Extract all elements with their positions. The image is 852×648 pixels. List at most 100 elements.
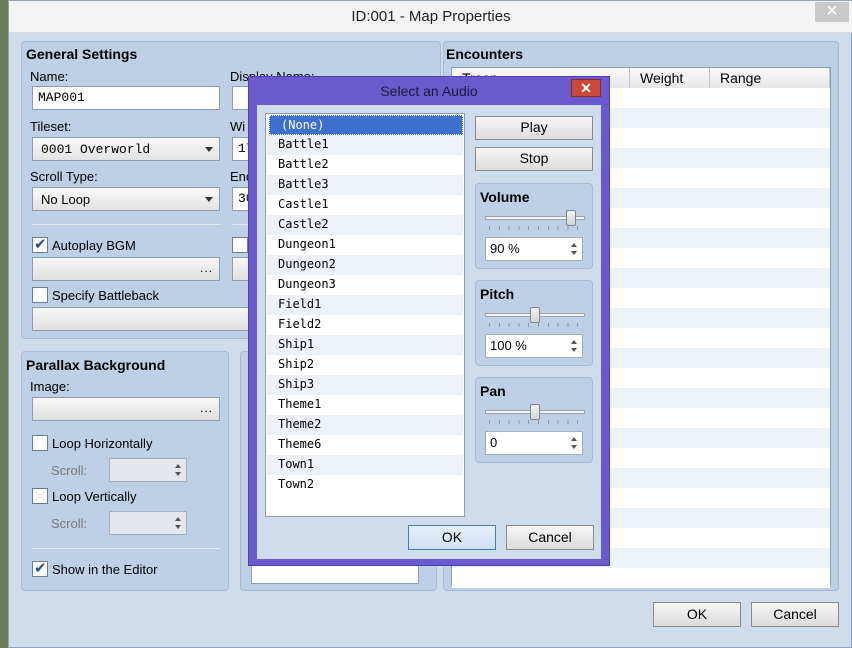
width-label: Wi	[230, 119, 246, 134]
pan-stepper[interactable]: 0	[485, 431, 583, 455]
tileset-value: 0001 Overworld	[41, 142, 151, 157]
pan-slider-thumb[interactable]	[530, 404, 540, 420]
dialog-body: (None) Battle1 Battle2 Battle3 Castle1 Castle…	[257, 105, 601, 559]
audio-list-item[interactable]: Battle2	[267, 155, 463, 175]
chevron-down-icon	[205, 197, 213, 202]
pitch-label: Pitch	[480, 286, 515, 302]
audio-list-item[interactable]: Castle1	[267, 195, 463, 215]
arrow-down-icon[interactable]	[571, 251, 577, 255]
pan-group: Pan 0	[475, 377, 593, 463]
parallax-image-label: Image:	[30, 379, 70, 394]
arrow-down-icon[interactable]	[571, 445, 577, 449]
volume-stepper[interactable]: 90 %	[485, 237, 583, 261]
autoplay-bgm-checkbox[interactable]	[32, 235, 48, 253]
audio-list-item[interactable]: Field1	[267, 295, 463, 315]
pitch-group: Pitch 100 %	[475, 280, 593, 366]
specify-battleback-label: Specify Battleback	[52, 288, 159, 303]
dialog-titlebar[interactable]: Select an Audio ✕	[249, 77, 609, 105]
audio-list-item[interactable]: Town1	[267, 455, 463, 475]
scroll-type-dropdown[interactable]: No Loop	[32, 187, 220, 211]
autoplay-bgm-label: Autoplay BGM	[52, 238, 136, 253]
parallax-image-button[interactable]: ...	[32, 397, 220, 421]
specify-battleback-checkbox[interactable]	[32, 287, 48, 303]
audio-list-item[interactable]: Battle1	[267, 135, 463, 155]
arrow-down-icon[interactable]	[175, 525, 181, 529]
audio-list-item[interactable]: Theme2	[267, 415, 463, 435]
separator	[32, 548, 220, 549]
column-header-range[interactable]: Range	[710, 68, 830, 88]
name-input[interactable]: MAP001	[32, 86, 220, 110]
audio-list-item[interactable]: Ship1	[267, 335, 463, 355]
audio-list-item[interactable]: Ship3	[267, 375, 463, 395]
cancel-button[interactable]: Cancel	[751, 602, 839, 627]
bgm-select-button[interactable]: ...	[32, 257, 220, 281]
pitch-slider-ticks	[489, 323, 582, 327]
audio-list-item[interactable]: Field2	[267, 315, 463, 335]
autoplay-bgs-checkbox[interactable]	[232, 237, 248, 253]
audio-list-item[interactable]: (None)	[269, 115, 463, 135]
volume-group: Volume 90 %	[475, 183, 593, 269]
scroll-h-label: Scroll:	[51, 463, 88, 478]
audio-list-item[interactable]: Theme1	[267, 395, 463, 415]
arrow-up-icon[interactable]	[175, 464, 181, 468]
audio-list-item[interactable]: Town2	[267, 475, 463, 495]
scroll-type-value: No Loop	[41, 192, 91, 207]
dialog-close-button[interactable]: ✕	[571, 79, 601, 97]
audio-list-item[interactable]: Castle2	[267, 215, 463, 235]
ok-button[interactable]: OK	[653, 602, 741, 627]
loop-horizontally-checkbox[interactable]	[32, 435, 48, 451]
dialog-cancel-button[interactable]: Cancel	[506, 525, 594, 550]
pan-slider-ticks	[489, 420, 582, 424]
column-header-weight[interactable]: Weight	[630, 68, 710, 88]
volume-slider-ticks	[489, 226, 582, 230]
audio-list-item[interactable]: Battle3	[267, 175, 463, 195]
show-in-editor-label: Show in the Editor	[52, 562, 158, 577]
audio-file-list[interactable]: (None) Battle1 Battle2 Battle3 Castle1 Castle…	[265, 113, 465, 517]
pitch-value: 100 %	[490, 338, 527, 353]
audio-list-item[interactable]: Dungeon3	[267, 275, 463, 295]
table-row[interactable]	[452, 568, 830, 588]
arrow-down-icon[interactable]	[571, 348, 577, 352]
pitch-slider-thumb[interactable]	[530, 307, 540, 323]
audio-list-item[interactable]: Ship2	[267, 355, 463, 375]
tileset-dropdown[interactable]: 0001 Overworld	[32, 137, 220, 161]
select-audio-dialog: Select an Audio ✕ (None) Battle1 Battle2 Ba…	[248, 76, 610, 566]
name-label: Name:	[30, 69, 69, 84]
arrow-up-icon[interactable]	[175, 517, 181, 521]
desktop-background	[0, 0, 8, 648]
audio-list-item[interactable]: Theme6	[267, 435, 463, 455]
scroll-v-label: Scroll:	[51, 516, 88, 531]
scroll-v-stepper[interactable]	[109, 511, 187, 535]
tileset-label: Tileset:	[30, 119, 72, 134]
window-title: ID:001 - Map Properties	[351, 8, 511, 25]
stop-button[interactable]: Stop	[475, 147, 593, 171]
arrow-down-icon[interactable]	[175, 472, 181, 476]
audio-list-item[interactable]: Dungeon2	[267, 255, 463, 275]
scroll-h-stepper[interactable]	[109, 458, 187, 482]
pitch-stepper[interactable]: 100 %	[485, 334, 583, 358]
window-close-button[interactable]: ✕	[815, 2, 849, 22]
play-button[interactable]: Play	[475, 116, 593, 140]
chevron-down-icon	[205, 147, 213, 152]
parallax-background-group: Parallax Background Image: ... Loop Hori…	[21, 351, 229, 591]
audio-list-item[interactable]: Dungeon1	[267, 235, 463, 255]
arrow-up-icon[interactable]	[571, 437, 577, 441]
loop-vertically-checkbox[interactable]	[32, 488, 48, 504]
volume-value: 90 %	[490, 241, 520, 256]
parallax-title: Parallax Background	[26, 357, 166, 373]
show-in-editor-checkbox[interactable]	[32, 559, 48, 577]
scroll-type-label: Scroll Type:	[30, 169, 98, 184]
general-settings-title: General Settings	[26, 46, 138, 62]
loop-horizontally-label: Loop Horizontally	[52, 436, 153, 451]
pan-label: Pan	[480, 383, 506, 399]
window-titlebar[interactable]: ID:001 - Map Properties ✕	[9, 1, 852, 33]
battleback-select-button[interactable]	[32, 307, 262, 331]
pan-value: 0	[490, 435, 498, 450]
arrow-up-icon[interactable]	[571, 243, 577, 247]
dialog-title: Select an Audio	[380, 83, 478, 99]
dialog-ok-button[interactable]: OK	[408, 525, 496, 550]
loop-vertically-label: Loop Vertically	[52, 489, 137, 504]
volume-slider-thumb[interactable]	[566, 210, 576, 226]
separator	[32, 224, 220, 225]
arrow-up-icon[interactable]	[571, 340, 577, 344]
